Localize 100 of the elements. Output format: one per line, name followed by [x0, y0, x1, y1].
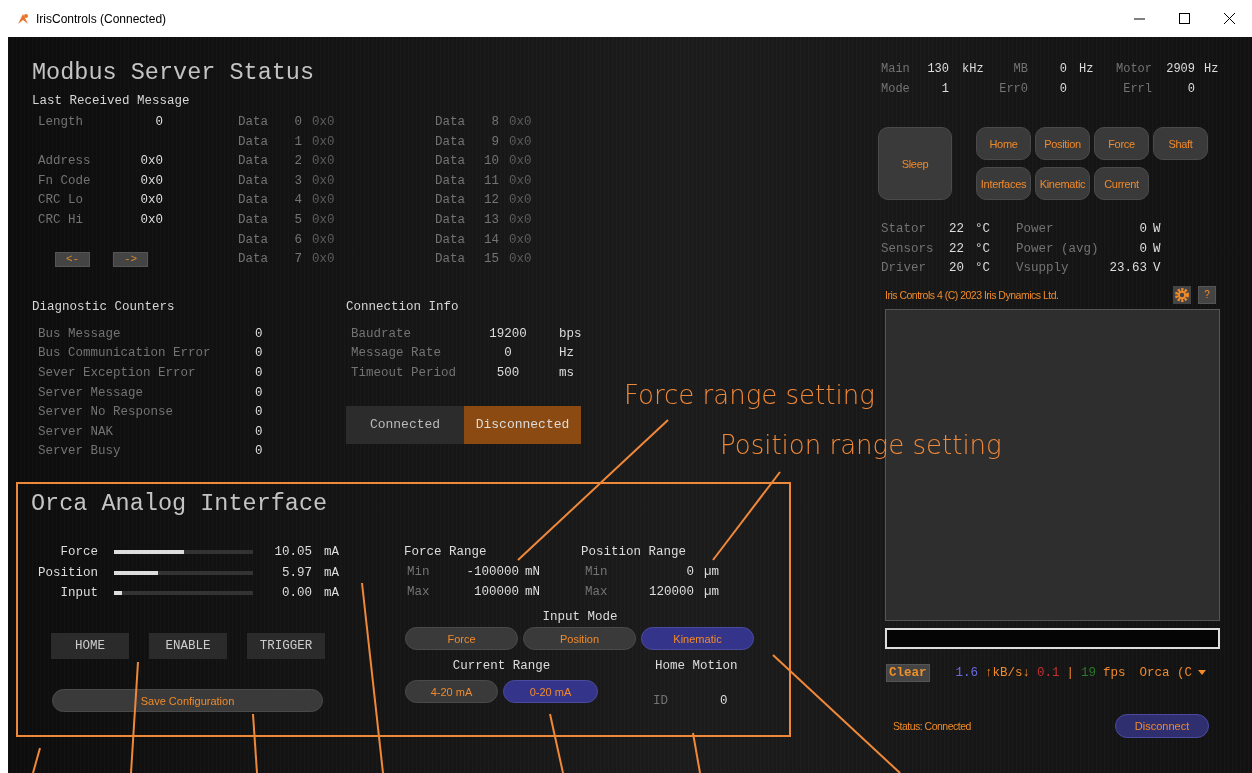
command-input[interactable]	[885, 627, 1220, 649]
counter-label: Server NAK	[38, 423, 114, 441]
stat-value: 0	[1186, 81, 1195, 98]
fps-label: fps	[1103, 665, 1126, 680]
rx-rate: 0.1	[1037, 665, 1060, 680]
data-value: 0x0	[509, 133, 532, 151]
data-label: Data	[435, 133, 466, 151]
help-button[interactable]: ?	[1198, 285, 1216, 304]
next-button[interactable]: ->	[113, 252, 148, 268]
counter-value: 0	[255, 404, 263, 422]
mode-button[interactable]: Home	[976, 127, 1031, 160]
field-value: 0x0	[139, 153, 163, 171]
signal-label: Position	[37, 565, 98, 580]
stat-label: MB	[1012, 61, 1028, 78]
mode-button[interactable]: Force	[1094, 127, 1149, 160]
previous-button[interactable]: <-	[55, 252, 90, 268]
maximize-icon[interactable]	[1179, 13, 1190, 24]
section-heading: Last Received Message	[32, 93, 191, 110]
unit-label: Hz	[559, 345, 574, 363]
unit-label: Hz	[1203, 61, 1220, 78]
disconnect-button[interactable]: Disconnect	[1115, 713, 1209, 738]
data-value: 0x0	[509, 211, 532, 229]
mode-button[interactable]: Kinematic	[1035, 167, 1090, 200]
range-label: Min	[585, 565, 609, 580]
leader-line	[32, 747, 41, 773]
settings-icon[interactable]	[1173, 285, 1191, 304]
data-index: 12	[483, 192, 499, 210]
save-button[interactable]: Save Configuration	[52, 689, 323, 713]
field-value: 0x0	[139, 192, 163, 210]
separator-text: |	[1066, 665, 1075, 680]
section-heading: Position Range	[581, 543, 688, 561]
connection-label: Baudrate	[351, 325, 412, 343]
command-button[interactable]: ENABLE	[149, 633, 227, 660]
counter-value: 0	[255, 384, 263, 402]
command-button[interactable]: HOME	[51, 633, 129, 660]
sensor-value: 20	[949, 260, 965, 278]
counter-label: Server Busy	[38, 443, 122, 461]
close-icon[interactable]	[1224, 13, 1235, 24]
counter-value: 0	[255, 364, 263, 382]
signal-value: 5.97	[281, 565, 312, 580]
mode-option[interactable]: Force	[405, 627, 518, 651]
signal-value: 0.00	[281, 586, 312, 601]
device-dropdown[interactable]: Orca (C	[1139, 665, 1207, 680]
section-heading: Home Motion	[655, 658, 738, 676]
stat-value: 1	[940, 81, 949, 98]
data-value: 0x0	[312, 153, 335, 171]
data-value: 0x0	[312, 231, 335, 249]
clear-button[interactable]: Clear	[886, 663, 930, 682]
counter-label: Server No Response	[38, 404, 175, 422]
data-value: 0x0	[509, 153, 532, 171]
caret-icon	[1198, 670, 1207, 676]
data-index: 9	[490, 133, 499, 151]
sensor-label: Power (avg)	[1016, 240, 1100, 258]
mode-button[interactable]: Position	[1035, 127, 1090, 160]
data-value: 0x0	[312, 133, 335, 151]
sensor-value: 0	[1138, 240, 1147, 258]
callout-label: Force range setting	[624, 380, 875, 410]
mode-button[interactable]: Shaft	[1153, 127, 1208, 160]
connection-value: 0	[503, 345, 513, 363]
mode-option[interactable]: Kinematic	[641, 627, 754, 651]
sensor-value: 22	[949, 240, 965, 258]
data-value: 0x0	[509, 172, 532, 190]
sleep-button[interactable]: Sleep	[878, 127, 952, 200]
data-index: 7	[293, 251, 302, 269]
unit-label: W	[1152, 240, 1162, 258]
mode-button[interactable]: Current	[1094, 167, 1149, 200]
stat-value: 130	[926, 61, 949, 78]
signal-label: Input	[59, 586, 98, 601]
connected-toggle[interactable]: Connected	[346, 405, 464, 444]
data-index: 10	[483, 153, 499, 171]
data-label: Data	[238, 114, 269, 131]
data-label: Data	[435, 114, 466, 131]
data-value: 0x0	[312, 172, 335, 190]
section-heading: Current Range	[451, 658, 552, 676]
data-label: Data	[238, 192, 269, 210]
data-value: 0x0	[312, 251, 335, 269]
stat-value: 0	[1058, 61, 1067, 78]
data-value: 0x0	[312, 211, 335, 229]
tx-rate: 1.6	[955, 665, 979, 680]
mode-option[interactable]: Position	[523, 627, 636, 651]
unit-label: V	[1152, 260, 1162, 278]
data-label: Data	[435, 211, 466, 229]
counter-label: Bus Message	[38, 325, 122, 343]
data-index: 0	[293, 114, 302, 131]
field-value: 0x0	[139, 211, 163, 229]
range-option[interactable]: 0-20 mA	[503, 680, 598, 704]
range-label: Max	[407, 585, 431, 600]
id-label: ID	[653, 694, 669, 709]
field-label: CRC Lo	[38, 192, 84, 210]
connection-label: Message Rate	[351, 345, 442, 363]
disconnected-toggle[interactable]: Disconnected	[464, 405, 581, 444]
connection-value: 19200	[488, 325, 528, 343]
section-heading: Force Range	[404, 543, 488, 561]
data-value: 0x0	[312, 114, 335, 131]
range-option[interactable]: 4-20 mA	[405, 680, 498, 704]
stat-value: 2909	[1165, 61, 1195, 78]
mode-button[interactable]: Interfaces	[976, 167, 1031, 200]
sensor-value: 0	[1138, 221, 1147, 238]
range-label: Max	[585, 585, 609, 600]
command-button[interactable]: TRIGGER	[247, 633, 325, 660]
